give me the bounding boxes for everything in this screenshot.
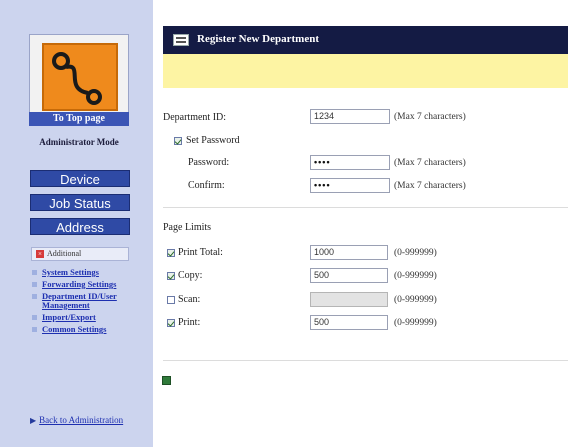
page-limits-label: Page Limits xyxy=(163,222,212,233)
confirm-input[interactable]: •••• xyxy=(310,178,390,193)
arrow-right-icon: ▶ xyxy=(30,416,37,425)
main-panel: Register New Department Department ID: 1… xyxy=(153,0,568,447)
department-id-label: Department ID: xyxy=(163,112,227,123)
back-label: Back to Administration xyxy=(39,415,124,425)
scan-checkbox[interactable] xyxy=(167,296,175,304)
confirm-hint: (Max 7 characters) xyxy=(394,181,466,191)
settings-menu: System Settings Forwarding Settings Depa… xyxy=(31,268,136,337)
print-input[interactable]: 500 xyxy=(310,315,388,330)
print-checkbox[interactable] xyxy=(167,319,175,327)
scan-hint: (0-999999) xyxy=(394,295,437,305)
menu-item-forwarding-settings[interactable]: Forwarding Settings xyxy=(31,280,136,289)
menu-item-system-settings[interactable]: System Settings xyxy=(31,268,136,277)
department-id-hint: (Max 7 characters) xyxy=(394,112,466,122)
notice-bar xyxy=(163,54,568,88)
password-label: Password: xyxy=(188,157,230,168)
print-total-hint: (0-999999) xyxy=(394,248,437,258)
nav-address-button[interactable]: Address xyxy=(30,218,130,235)
confirm-label: Confirm: xyxy=(188,180,225,191)
scan-label: Scan: xyxy=(178,294,201,305)
set-password-label: Set Password xyxy=(186,135,240,146)
additional-section[interactable]: × Additional xyxy=(31,247,129,261)
form-icon xyxy=(173,34,189,46)
nav-job-status-button[interactable]: Job Status xyxy=(30,194,130,211)
divider xyxy=(163,360,568,361)
back-to-administration-link[interactable]: ▶ Back to Administration xyxy=(30,415,123,426)
mode-label: Administrator Mode xyxy=(39,137,119,147)
title-bar: Register New Department xyxy=(163,26,568,54)
scan-input xyxy=(310,292,388,307)
menu-item-import-export[interactable]: Import/Export xyxy=(31,313,136,322)
copy-checkbox[interactable] xyxy=(167,272,175,280)
print-label: Print: xyxy=(178,317,201,328)
print-hint: (0-999999) xyxy=(394,318,437,328)
copy-hint: (0-999999) xyxy=(394,271,437,281)
print-total-label: Print Total: xyxy=(178,247,223,258)
department-id-input[interactable]: 1234 xyxy=(310,109,390,124)
password-input[interactable]: •••• xyxy=(310,155,390,170)
menu-item-common-settings[interactable]: Common Settings xyxy=(31,325,136,334)
print-total-checkbox[interactable] xyxy=(167,249,175,257)
password-hint: (Max 7 characters) xyxy=(394,158,466,168)
close-icon: × xyxy=(36,250,44,258)
save-icon[interactable] xyxy=(162,376,171,385)
copy-label: Copy: xyxy=(178,270,203,281)
divider xyxy=(163,207,568,208)
sidebar: To Top page Administrator Mode Device Jo… xyxy=(0,0,153,447)
additional-label: Additional xyxy=(47,249,82,258)
copy-input[interactable]: 500 xyxy=(310,268,388,283)
set-password-checkbox[interactable] xyxy=(174,137,182,145)
to-top-page-link[interactable]: To Top page xyxy=(29,112,129,126)
page-title: Register New Department xyxy=(197,33,319,45)
print-total-input[interactable]: 1000 xyxy=(310,245,388,260)
connector-icon xyxy=(42,43,118,111)
nav-device-button[interactable]: Device xyxy=(30,170,130,187)
menu-item-department-id-user-management[interactable]: Department ID/User Management xyxy=(31,292,136,310)
